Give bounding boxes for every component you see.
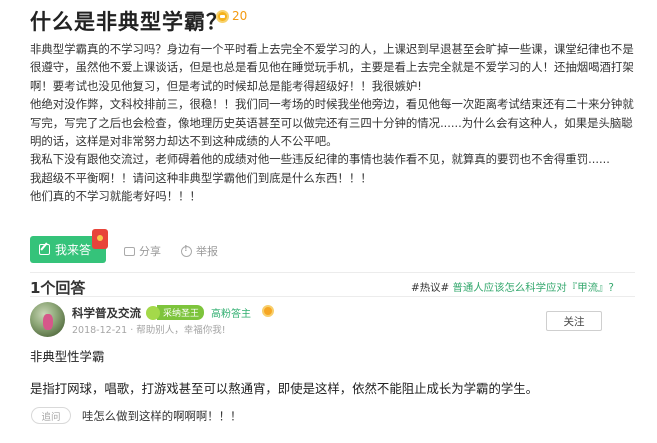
report-button[interactable]: 举报 [181, 243, 218, 259]
follow-button[interactable]: 关注 [546, 311, 602, 331]
level-badge: 采纳圣王 [146, 305, 205, 320]
topic-prefix: #热议# [411, 282, 450, 294]
followup-text: 哇怎么做到这样的啊啊啊！！！ [82, 409, 242, 423]
question-body: 非典型学霸真的不学习吗？身边有一个平时看上去完全不爱学习的人，上课迟到早退甚至会… [30, 40, 635, 206]
question-paragraph: 他绝对没作弊，文科校排前三，很稳！！我们同一考场的时候我坐他旁边，看见他每一次距… [30, 97, 634, 149]
pencil-icon [39, 244, 50, 255]
red-packet-icon[interactable] [92, 229, 108, 249]
answer-text: 非典型性学霸 [30, 349, 105, 364]
answer-meta: 2018-12-21 · 帮助别人，幸福你我! [72, 325, 226, 336]
hot-topic[interactable]: #热议# 普通人应该怎么科学应对『甲流』? [411, 279, 614, 294]
bounty: 20 [216, 9, 247, 23]
followup-tag: 追问 [31, 407, 71, 424]
share-button[interactable]: 分享 [124, 243, 161, 259]
topic-link[interactable]: 普通人应该怎么科学应对『甲流』? [453, 282, 614, 294]
share-label: 分享 [139, 245, 161, 258]
question-paragraph: 非典型学霸真的不学习吗？身边有一个平时看上去完全不爱学习的人，上课迟到早退甚至会… [30, 42, 634, 93]
report-icon [181, 244, 192, 257]
answer-button-label: 我来答 [55, 243, 92, 257]
question-paragraph: 我超级不平衡啊！！请问这种非典型学霸他们到底是什么东西！！！ [30, 170, 372, 185]
divider [30, 296, 635, 297]
answer-username[interactable]: 科学普及交流 [72, 305, 141, 321]
answer-text: 是指打网球，唱歌，打游戏甚至可以熬通宵，即使是这样，依然不能阻止成长为学霸的学生… [30, 381, 539, 396]
answer-count: 1个回答 [30, 279, 86, 297]
coin-icon [216, 9, 229, 23]
question-title: 什么是非典型学霸？ [30, 10, 228, 34]
question-paragraph: 他们真的不学习就能考好吗！！！ [30, 189, 201, 204]
avatar[interactable] [30, 302, 65, 337]
rank-label: 高粉答主 [211, 309, 251, 320]
medal-icon [262, 305, 274, 317]
question-paragraph: 我私下没有跟他交流过，老师碍着他的成绩对他一些违反纪律的事情也装作看不见，就算真… [30, 152, 610, 167]
level-badge-text: 采纳圣王 [157, 305, 205, 320]
report-label: 举报 [196, 245, 218, 258]
smiley-icon [146, 305, 160, 320]
share-icon [124, 246, 135, 256]
divider [30, 272, 635, 273]
bounty-amount: 20 [232, 9, 248, 23]
